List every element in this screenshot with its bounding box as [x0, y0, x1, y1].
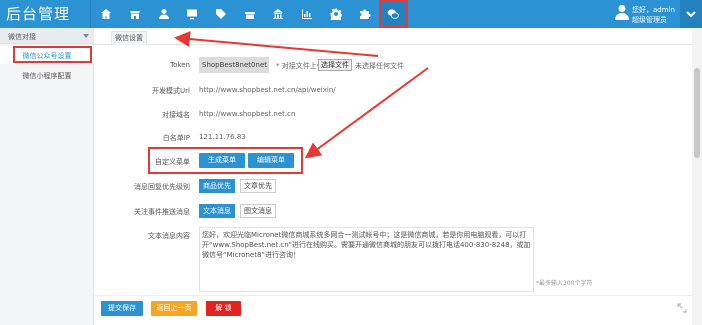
text-msg-textarea[interactable]: 您好，欢迎光临Micronet微信商城系统多网合一测试帐号中；这是微信商城，若是…	[199, 227, 534, 292]
domain-value: http://www.shopbest.net.cn	[199, 110, 296, 118]
priority-option-articles[interactable]: 文章优先	[240, 179, 276, 193]
gift-icon[interactable]	[235, 0, 264, 28]
char-limit-hint: *最多输入300个字符	[536, 280, 593, 287]
avatar	[615, 4, 629, 20]
sidebar-item-label: 微信公众号设置	[22, 52, 72, 60]
edit-menu-button[interactable]: 编辑菜单	[248, 153, 294, 168]
chart-icon[interactable]	[293, 0, 322, 28]
sidebar-item-mini-program[interactable]: 微信小程序配置	[0, 66, 94, 84]
tab-bar: 微信设置	[94, 28, 692, 45]
arrow-to-menu	[304, 67, 429, 159]
brand-title: 后台管理	[6, 5, 71, 23]
whitelist-value: 121.11.76.83	[199, 133, 246, 141]
user-role: 超级管理员	[632, 16, 667, 24]
choose-file-button[interactable]: 选择文件	[318, 59, 352, 71]
user-menu[interactable]: 您好，admin 超级管理员	[612, 0, 678, 28]
top-nav	[92, 0, 408, 28]
upload-hint: * 对接文件上传	[276, 62, 324, 70]
user-greeting: 您好，admin	[632, 6, 675, 14]
footer-divider	[94, 295, 692, 296]
follow-option-news[interactable]: 图文消息	[240, 204, 276, 218]
puzzle-icon[interactable]	[350, 0, 379, 28]
scrollbar-thumb[interactable]	[694, 68, 700, 158]
token-field[interactable]: ShopBest8net0net	[199, 57, 269, 73]
monitor-icon[interactable]	[178, 0, 207, 28]
resize-corner-icon	[676, 302, 688, 314]
tag-icon[interactable]	[207, 0, 236, 28]
store-icon[interactable]	[121, 0, 150, 28]
dev-url-value: http://www.shopbest.net.cn/api/weixin/	[199, 86, 336, 94]
follow-option-text[interactable]: 文本消息	[199, 204, 235, 218]
gear-icon[interactable]	[322, 0, 351, 28]
token-label: Token	[170, 61, 190, 69]
dev-url-label: 开发模式Url	[152, 87, 190, 95]
user-icon[interactable]	[149, 0, 178, 28]
brand-divider	[90, 0, 91, 28]
file-status: 未选择任何文件	[355, 62, 404, 70]
caret-down-icon	[83, 34, 89, 38]
sidebar-item-official-account[interactable]: 微信公众号设置	[0, 46, 94, 64]
sidebar-item-label: 微信小程序配置	[22, 72, 72, 80]
save-button[interactable]: 提交保存	[101, 301, 143, 316]
priority-label: 消息回复优先级别	[134, 183, 190, 191]
custom-menu-label: 自定义菜单	[155, 158, 190, 166]
unlock-button[interactable]: 解 锁	[206, 301, 241, 316]
chevron-down-icon[interactable]	[680, 0, 702, 28]
sidebar-group-label: 微信对接	[8, 33, 36, 41]
whitelist-label: 白名单IP	[162, 134, 190, 142]
generate-menu-button[interactable]: 生成菜单	[199, 153, 245, 168]
wechat-icon[interactable]	[378, 0, 408, 28]
tab-wechat-settings[interactable]: 微信设置	[111, 31, 147, 45]
back-button[interactable]: 返回上一页	[151, 301, 197, 316]
top-bar: 后台管理 您好，admin 超级管理员	[0, 0, 702, 28]
building-icon[interactable]	[264, 0, 293, 28]
follow-label: 关注事件推送消息	[134, 208, 190, 216]
scrollbar[interactable]	[692, 28, 702, 325]
home-icon[interactable]	[92, 0, 121, 28]
priority-option-goods[interactable]: 商品优先	[199, 179, 235, 193]
text-msg-label: 文本消息内容	[148, 232, 190, 240]
sidebar: 微信对接 微信公众号设置 微信小程序配置	[0, 28, 94, 325]
sidebar-group-wechat[interactable]: 微信对接	[0, 28, 94, 44]
domain-label: 对接域名	[162, 111, 190, 119]
